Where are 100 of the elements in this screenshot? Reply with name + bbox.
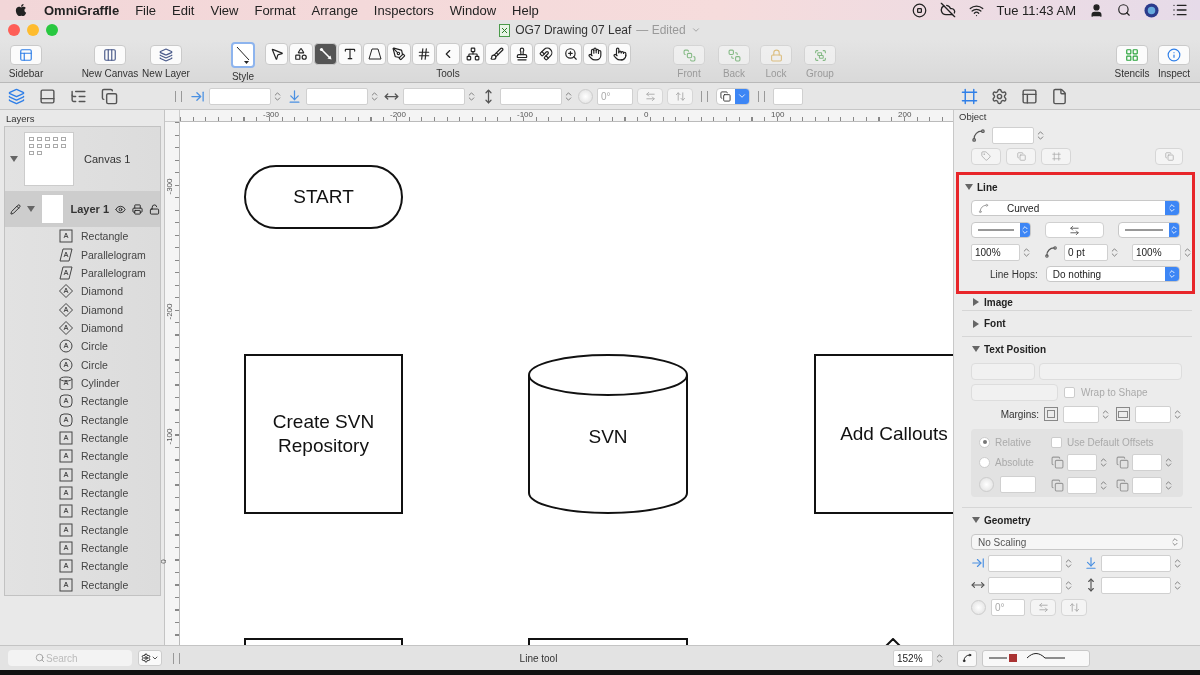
rotation-knob[interactable]	[979, 476, 994, 492]
margin-field[interactable]	[1135, 405, 1171, 423]
object-button[interactable]	[1041, 147, 1071, 165]
zoom-button[interactable]	[46, 24, 58, 36]
stencils-button[interactable]	[1116, 45, 1148, 65]
menu-item[interactable]: Inspectors	[365, 2, 442, 18]
tool-button[interactable]	[338, 43, 362, 65]
tag-button[interactable]	[971, 147, 1001, 165]
stepper-icon[interactable]	[369, 90, 380, 102]
layer-row[interactable]: Layer 1	[5, 191, 160, 227]
layer-item[interactable]: Rectangle	[81, 523, 129, 536]
user-icon[interactable]	[1089, 2, 1104, 18]
pencil-icon[interactable]	[10, 203, 21, 215]
layer-item[interactable]: Rectangle	[81, 468, 129, 481]
rotation-knob[interactable]	[578, 88, 593, 104]
text-field[interactable]	[773, 87, 803, 105]
disclosure-triangle[interactable]	[972, 298, 980, 306]
tool-button[interactable]	[313, 43, 338, 65]
layer-item[interactable]: Rectangle	[81, 560, 129, 573]
search-icon[interactable]	[1117, 3, 1131, 17]
stepper-icon[interactable]	[272, 90, 283, 102]
apple-icon[interactable]	[14, 3, 28, 17]
new-canvas-button[interactable]	[94, 45, 126, 65]
layer-item[interactable]: Diamond	[81, 321, 124, 334]
object-button[interactable]	[1006, 147, 1036, 165]
disclosure-triangle[interactable]	[972, 319, 980, 328]
stepper-icon[interactable]	[1021, 246, 1032, 258]
tool-button[interactable]	[558, 43, 583, 65]
disclosure-triangle[interactable]	[10, 155, 18, 163]
app-menu[interactable]: OmniGraffle	[36, 2, 128, 18]
layer-item[interactable]: Rectangle	[81, 450, 129, 463]
layer-item[interactable]: Parallelogram	[81, 248, 146, 261]
unlock-icon[interactable]	[149, 203, 160, 215]
tool-button[interactable]	[411, 43, 436, 65]
radio-button[interactable]	[979, 456, 990, 468]
grip-handle[interactable]	[701, 90, 708, 102]
canvas-name[interactable]: Canvas 1	[84, 153, 131, 165]
checkbox[interactable]	[1051, 436, 1062, 448]
eye-icon[interactable]	[115, 203, 126, 215]
stepper-icon[interactable]	[1182, 246, 1193, 258]
menu-item[interactable]: View	[202, 2, 247, 18]
offset-field[interactable]	[1067, 476, 1097, 494]
stepper-icon[interactable]	[1172, 579, 1183, 591]
inspect-button[interactable]	[1158, 45, 1190, 65]
layer-item[interactable]: Parallelogram	[81, 266, 146, 279]
disclosure-triangle[interactable]	[972, 345, 980, 353]
tool-button[interactable]	[460, 43, 485, 65]
stepper-icon[interactable]	[1035, 129, 1046, 141]
offset-field[interactable]	[1132, 453, 1162, 471]
scale-field[interactable]: 100%	[1132, 243, 1181, 261]
tool-button[interactable]	[264, 43, 289, 65]
layer-item[interactable]: Cylinder	[81, 376, 120, 389]
checkbox[interactable]	[1064, 387, 1075, 398]
x-field[interactable]	[988, 554, 1062, 572]
layer-item[interactable]: Rectangle	[81, 230, 129, 243]
flip-horizontal-button[interactable]	[637, 87, 663, 105]
tool-button[interactable]	[362, 43, 387, 65]
disclosure-triangle[interactable]	[972, 516, 980, 524]
height-field[interactable]	[1101, 576, 1171, 594]
rotation-knob[interactable]	[971, 599, 986, 615]
width-field[interactable]	[403, 87, 465, 105]
layer-item[interactable]: Rectangle	[81, 395, 129, 408]
stepper-icon[interactable]	[1163, 456, 1174, 468]
sidebar-button[interactable]	[10, 45, 42, 65]
tool-button[interactable]	[289, 43, 313, 65]
action-menu-button[interactable]	[138, 650, 162, 666]
radio-button[interactable]	[979, 436, 990, 448]
stepper-icon[interactable]	[1063, 579, 1074, 591]
zoom-field[interactable]: 152%	[893, 649, 933, 667]
layer-item[interactable]: Rectangle	[81, 431, 129, 444]
stepper-icon[interactable]	[563, 90, 574, 102]
cloud-icon[interactable]	[939, 2, 956, 18]
wifi-icon[interactable]	[968, 2, 984, 18]
layer-item[interactable]: Circle	[81, 340, 108, 353]
layer-item[interactable]: Rectangle	[81, 578, 129, 591]
flip-horizontal-button[interactable]	[1030, 598, 1056, 616]
list-icon[interactable]	[1172, 2, 1188, 18]
tool-button[interactable]	[485, 43, 509, 65]
offset-field[interactable]	[1067, 453, 1097, 471]
swap-ends-button[interactable]	[1045, 222, 1104, 238]
printer-icon[interactable]	[132, 203, 143, 215]
curve-button[interactable]	[957, 649, 977, 667]
disclosure-triangle[interactable]	[27, 205, 35, 213]
grip-handle[interactable]	[173, 652, 180, 664]
line-hops-popup[interactable]: Do nothing	[1045, 266, 1180, 282]
y-field[interactable]	[1101, 554, 1171, 572]
stepper-icon[interactable]	[1100, 408, 1111, 420]
flip-vertical-button[interactable]	[667, 87, 693, 105]
style-button[interactable]	[231, 42, 255, 68]
line-style-button[interactable]	[982, 649, 1090, 667]
grip-handle[interactable]	[175, 90, 182, 102]
tool-button[interactable]	[509, 43, 534, 65]
point-field[interactable]	[992, 126, 1034, 144]
scale-field[interactable]: 100%	[971, 243, 1020, 261]
line-end-popup[interactable]	[971, 222, 1031, 238]
menu-item[interactable]: Arrange	[303, 2, 366, 18]
menu-item[interactable]: File	[127, 2, 165, 18]
offset-field[interactable]	[1132, 476, 1162, 494]
layer-item[interactable]: Rectangle	[81, 487, 129, 499]
line-type-popup[interactable]: Curved	[971, 200, 1180, 216]
